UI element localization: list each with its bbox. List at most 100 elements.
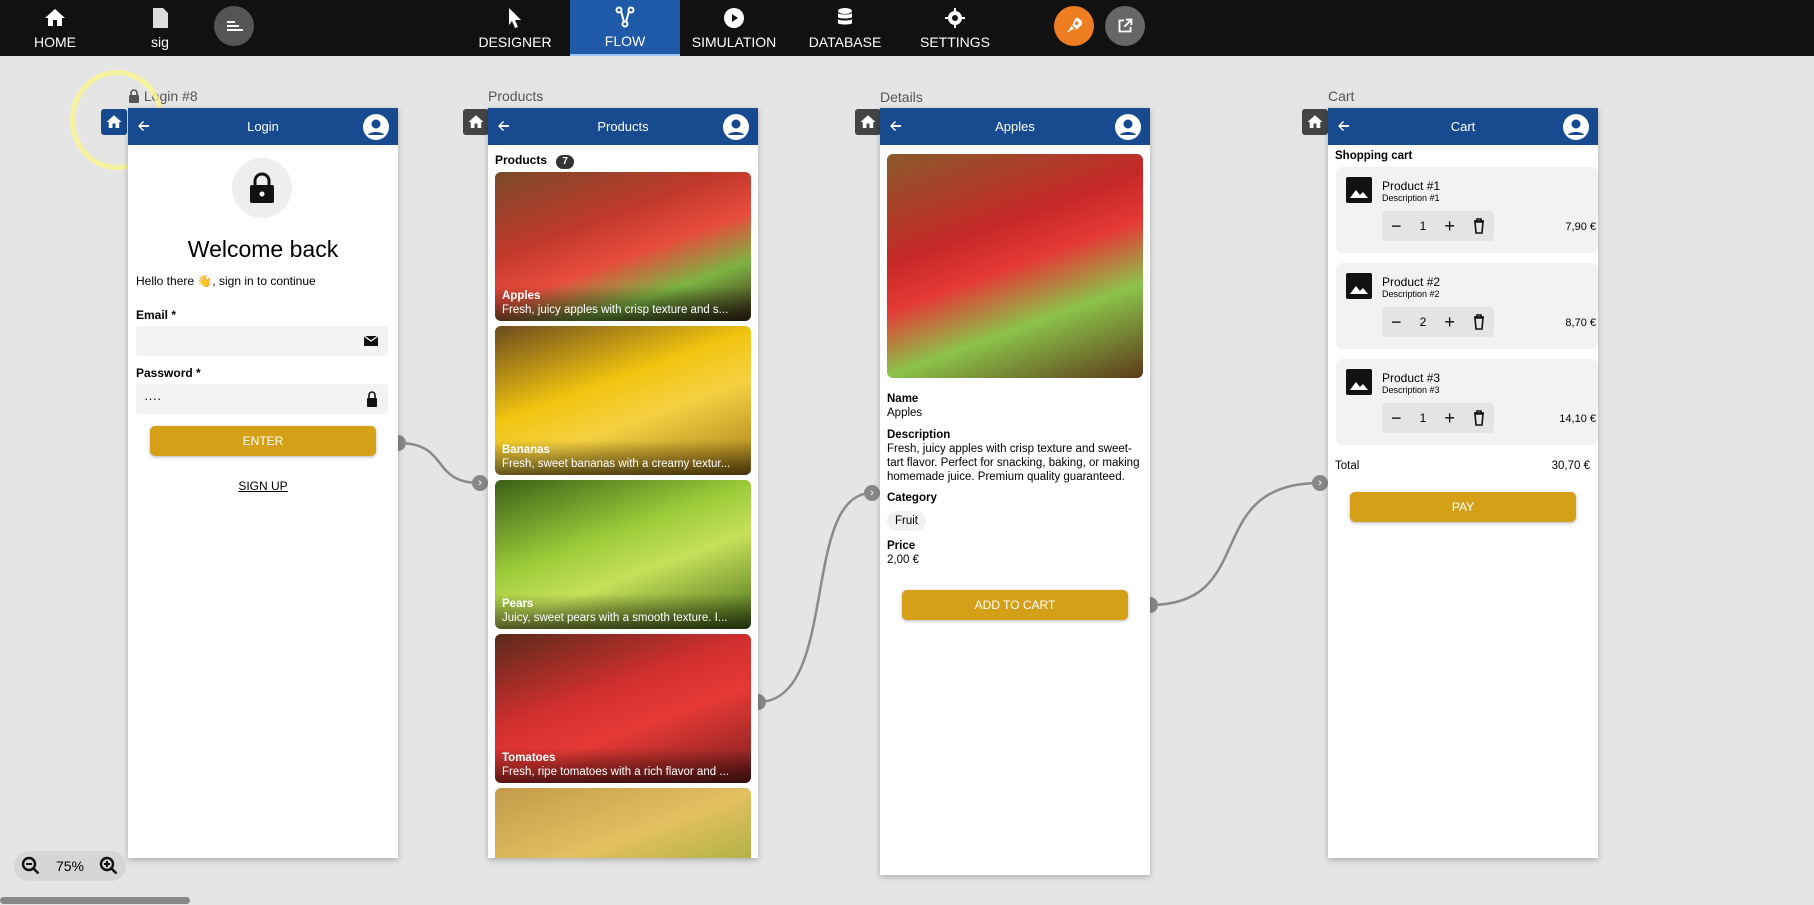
account-circle-icon[interactable] — [1114, 113, 1142, 141]
cart-item: Product #3 Description #3 − 1 + 14,10 € — [1336, 359, 1598, 445]
increment-button[interactable]: + — [1444, 216, 1455, 237]
quantity-value: 1 — [1419, 411, 1427, 425]
login-screen[interactable]: Login Welcome back Hello there 👋, sign i… — [128, 108, 398, 858]
decrement-button[interactable]: − — [1391, 216, 1402, 237]
quantity-stepper: − 1 + — [1382, 403, 1494, 433]
product-card-bananas[interactable]: Bananas Fresh, sweet bananas with a crea… — [495, 326, 751, 475]
cart-item-description: Description #1 — [1382, 193, 1440, 203]
welcome-subtitle: Hello there 👋, sign in to continue — [136, 274, 316, 288]
quantity-value: 2 — [1419, 315, 1427, 329]
pay-button[interactable]: PAY — [1350, 492, 1576, 522]
details-title: Apples — [995, 119, 1035, 134]
product-name: Bananas — [502, 444, 550, 456]
details-screen[interactable]: Apples Name Apples Description Fresh, ju… — [880, 108, 1150, 875]
details-screen-caption: Details — [880, 89, 923, 105]
cart-item-name: Product #2 — [1382, 275, 1441, 289]
password-value: ···· — [144, 391, 162, 406]
products-title: Products — [597, 119, 649, 134]
product-card-caption: Tomatoes Fresh, ripe tomatoes with a ric… — [495, 748, 751, 783]
welcome-heading: Welcome back — [187, 236, 339, 262]
cart-app-bar: Cart — [1328, 108, 1598, 145]
signup-link[interactable]: SIGN UP — [128, 479, 398, 493]
image-placeholder-icon — [1346, 369, 1372, 395]
category-label: Category — [887, 492, 937, 504]
cart-item-name: Product #1 — [1382, 179, 1441, 193]
lock-avatar — [232, 158, 292, 218]
enter-button[interactable]: ENTER — [150, 426, 376, 456]
products-screen[interactable]: Products Products 7 Apples Fresh, juicy … — [488, 108, 758, 858]
cart-item-description: Description #3 — [1382, 385, 1440, 395]
decrement-button[interactable]: − — [1391, 312, 1402, 333]
email-label: Email * — [136, 308, 177, 322]
cart-screen-caption: Cart — [1328, 88, 1355, 104]
products-screen-caption: Products — [488, 88, 544, 104]
cart-item: Product #2 Description #2 − 2 + 8,70 € — [1336, 263, 1598, 349]
account-circle-icon[interactable] — [722, 113, 750, 141]
details-info: Name Apples Description Fresh, juicy app… — [887, 392, 1145, 567]
products-in-connector[interactable]: › — [472, 475, 488, 491]
set-start-screen-badge[interactable] — [1302, 109, 1328, 135]
increment-button[interactable]: + — [1444, 312, 1455, 333]
zoom-in-icon[interactable] — [99, 856, 119, 876]
cart-item-price: 14,10 € — [1559, 413, 1596, 425]
description-label: Description — [887, 429, 951, 441]
total-value: 30,70 € — [1551, 460, 1590, 472]
image-placeholder-icon — [1346, 273, 1372, 299]
account-circle-icon[interactable] — [362, 113, 390, 141]
zoom-out-icon[interactable] — [21, 856, 41, 876]
password-label: Password * — [136, 366, 201, 380]
product-name: Tomatoes — [502, 752, 556, 764]
horizontal-scrollbar[interactable] — [0, 897, 190, 904]
trash-icon[interactable] — [1473, 218, 1485, 234]
login-title: Login — [247, 119, 279, 134]
product-description: Fresh, juicy apples with crisp texture a… — [502, 304, 729, 316]
image-placeholder-icon — [1346, 177, 1372, 203]
product-card-tomatoes[interactable]: Tomatoes Fresh, ripe tomatoes with a ric… — [495, 634, 751, 783]
zoom-level: 75% — [55, 858, 85, 874]
login-app-bar: Login — [128, 108, 398, 145]
decrement-button[interactable]: − — [1391, 408, 1402, 429]
quantity-stepper: − 2 + — [1382, 307, 1494, 337]
cart-item: Product #1 Description #1 − 1 + 7,90 € — [1336, 167, 1598, 253]
product-card-caption: Apples Fresh, juicy apples with crisp te… — [495, 286, 751, 321]
product-card-pears[interactable]: Pears Juicy, sweet pears with a smooth t… — [495, 480, 751, 629]
zoom-control: 75% — [14, 851, 126, 881]
total-label: Total — [1335, 460, 1360, 472]
set-start-screen-badge[interactable] — [463, 109, 489, 135]
product-card-apples[interactable]: Apples Fresh, juicy apples with crisp te… — [495, 172, 751, 321]
home-icon — [860, 115, 876, 128]
cart-title: Cart — [1450, 119, 1476, 134]
account-circle-icon[interactable] — [1562, 113, 1590, 141]
add-to-cart-button[interactable]: ADD TO CART — [902, 590, 1128, 620]
mail-icon — [364, 336, 378, 346]
email-field[interactable] — [136, 326, 388, 356]
product-card-caption: Pears Juicy, sweet pears with a smooth t… — [495, 594, 751, 629]
shopping-cart-heading: Shopping cart — [1335, 150, 1413, 162]
name-label: Name — [887, 393, 919, 405]
product-card-caption: Bananas Fresh, sweet bananas with a crea… — [495, 440, 751, 475]
product-description: Fresh, ripe tomatoes with a rich flavor … — [502, 766, 729, 778]
cart-in-connector[interactable]: › — [1312, 475, 1328, 491]
set-start-screen-badge[interactable] — [855, 109, 881, 135]
products-list-label: Products 7 — [495, 153, 574, 169]
cart-item-price: 7,90 € — [1565, 221, 1596, 233]
price-label: Price — [887, 540, 916, 552]
password-field[interactable]: ···· — [136, 384, 388, 414]
home-icon — [1307, 115, 1323, 128]
cart-item-name: Product #3 — [1382, 371, 1441, 385]
details-in-connector[interactable]: › — [864, 485, 880, 501]
products-app-bar: Products — [488, 108, 758, 145]
cart-screen[interactable]: Cart Shopping cart Product #1 Descriptio… — [1328, 108, 1598, 858]
product-card-partial[interactable] — [495, 788, 751, 858]
cart-item-price: 8,70 € — [1565, 317, 1596, 329]
product-name: Pears — [502, 598, 534, 610]
lock-icon — [250, 172, 274, 203]
increment-button[interactable]: + — [1444, 408, 1455, 429]
lock-icon — [367, 391, 377, 407]
cart-item-description: Description #2 — [1382, 289, 1440, 299]
quantity-stepper: − 1 + — [1382, 211, 1494, 241]
trash-icon[interactable] — [1473, 314, 1485, 330]
trash-icon[interactable] — [1473, 410, 1485, 426]
name-value: Apples — [887, 407, 923, 419]
category-chip[interactable]: Fruit — [887, 511, 926, 531]
